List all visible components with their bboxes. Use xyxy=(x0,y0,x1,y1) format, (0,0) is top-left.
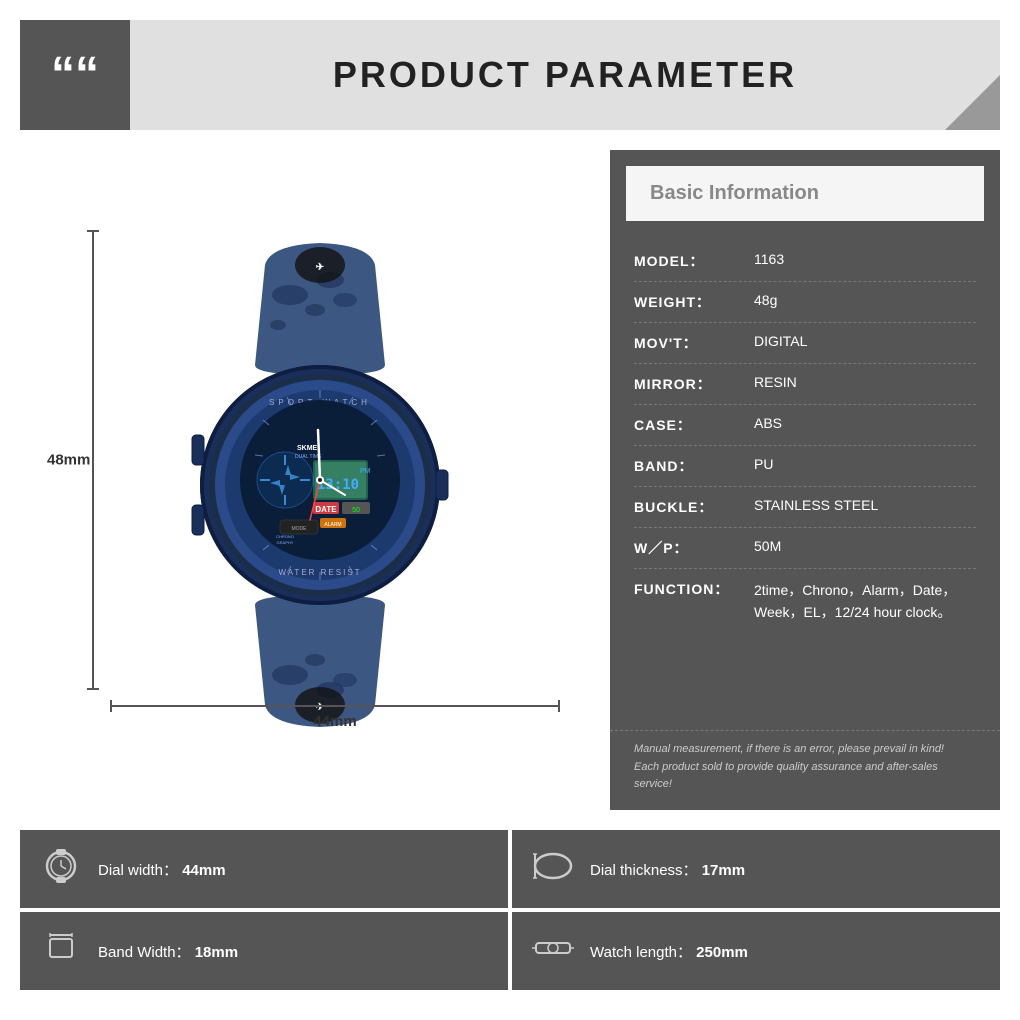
quote-icon: ““ xyxy=(51,51,99,99)
svg-text:GRAPHY: GRAPHY xyxy=(277,540,294,545)
info-value: 2time，Chrono，Alarm，Date，Week，EL，12/24 ho… xyxy=(754,579,976,624)
horizontal-dimension: 44mm xyxy=(110,705,560,730)
info-panel: Basic Information MODEL：1163WEIGHT：48gMO… xyxy=(610,150,1000,810)
info-row: MODEL：1163 xyxy=(634,241,976,282)
info-key: MODEL： xyxy=(634,251,754,271)
info-key: CASE： xyxy=(634,415,754,435)
corner-decoration xyxy=(945,75,1000,130)
info-key: MOV'T： xyxy=(634,333,754,353)
v-line: 48mm xyxy=(92,230,94,690)
info-value: 48g xyxy=(754,292,976,308)
bottom-specs: Dial width： 44mm Dial thickness： 17mm Band… xyxy=(20,830,1000,990)
watch-length-icon xyxy=(532,931,574,972)
quote-block: ““ xyxy=(20,20,130,130)
dial-thickness-icon xyxy=(532,849,574,890)
info-header: Basic Information xyxy=(626,166,984,221)
info-key: MIRROR： xyxy=(634,374,754,394)
info-key: BAND： xyxy=(634,456,754,476)
info-value: 1163 xyxy=(754,251,976,267)
spec-cell-dial-thickness: Dial thickness： 17mm xyxy=(512,830,1000,908)
info-table: MODEL：1163WEIGHT：48gMOV'T：DIGITALMIRROR：… xyxy=(610,221,1000,730)
spec-cell-dial-width: Dial width： 44mm xyxy=(20,830,508,908)
info-row: CASE：ABS xyxy=(634,405,976,446)
svg-text:DATE: DATE xyxy=(315,505,337,514)
watch-area: 48mm ✈ xyxy=(20,150,590,810)
h-line xyxy=(110,705,560,707)
info-row: WEIGHT：48g xyxy=(634,282,976,323)
info-value: STAINLESS STEEL xyxy=(754,497,976,513)
svg-text:ALARM: ALARM xyxy=(324,522,341,528)
info-row: W／P：50M xyxy=(634,528,976,569)
info-row: BAND：PU xyxy=(634,446,976,487)
info-key: FUNCTION： xyxy=(634,579,754,599)
height-label: 48mm xyxy=(47,452,90,469)
info-value: RESIN xyxy=(754,374,976,390)
watch-length-text: Watch length： 250mm xyxy=(590,941,748,962)
svg-text:MODE: MODE xyxy=(292,526,308,532)
svg-text:PM: PM xyxy=(360,468,371,475)
page-container: ““ PRODUCT PARAMETER 48mm xyxy=(0,0,1020,1020)
width-label: 44mm xyxy=(110,713,560,730)
info-row: FUNCTION：2time，Chrono，Alarm，Date，Week，EL… xyxy=(634,569,976,634)
vertical-dimension: 48mm xyxy=(92,230,94,690)
info-row: MOV'T：DIGITAL xyxy=(634,323,976,364)
main-content: 48mm ✈ xyxy=(20,150,1000,810)
info-row: MIRROR：RESIN xyxy=(634,364,976,405)
band-width-text: Band Width： 18mm xyxy=(98,941,238,962)
band-width-icon xyxy=(40,931,82,972)
info-value: ABS xyxy=(754,415,976,431)
page-title: PRODUCT PARAMETER xyxy=(130,54,1000,96)
dial-width-text: Dial width： 44mm xyxy=(98,859,226,880)
svg-text:SKMEI: SKMEI xyxy=(297,445,319,452)
dial-thickness-text: Dial thickness： 17mm xyxy=(590,859,745,880)
spec-cell-watch-length: Watch length： 250mm xyxy=(512,912,1000,990)
info-row: BUCKLE：STAINLESS STEEL xyxy=(634,487,976,528)
svg-text:CHRONO: CHRONO xyxy=(276,534,294,539)
info-value: PU xyxy=(754,456,976,472)
watch-svg: ✈ ✈ xyxy=(170,235,470,735)
info-key: BUCKLE： xyxy=(634,497,754,517)
svg-text:✈: ✈ xyxy=(316,262,325,273)
dial-width-icon xyxy=(40,849,82,890)
info-note: Manual measurement, if there is an error… xyxy=(610,730,1000,810)
basic-information-title: Basic Information xyxy=(650,182,960,205)
spec-cell-band-width: Band Width： 18mm xyxy=(20,912,508,990)
info-value: DIGITAL xyxy=(754,333,976,349)
info-key: W／P： xyxy=(634,538,754,558)
header: ““ PRODUCT PARAMETER xyxy=(20,20,1000,130)
info-key: WEIGHT： xyxy=(634,292,754,312)
svg-text:50: 50 xyxy=(352,507,360,514)
info-value: 50M xyxy=(754,538,976,554)
